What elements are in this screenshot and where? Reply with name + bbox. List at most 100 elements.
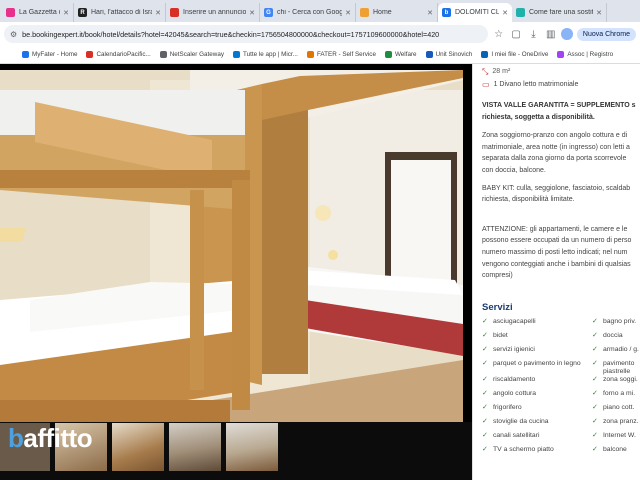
url-text: be.bookingexpert.it/book/hotel/details?h… xyxy=(22,29,440,39)
service-item: ✓ doccia xyxy=(592,332,640,345)
service-label: stoviglie da cucina xyxy=(493,418,549,426)
photo-gallery: baffitto xyxy=(0,64,472,480)
service-label: parquet o pavimento in legno xyxy=(493,359,581,367)
bookmark-label: CalendarioPacific... xyxy=(96,51,151,58)
bookmark-favicon-icon xyxy=(425,51,433,58)
close-tab-icon[interactable]: ✕ xyxy=(152,9,161,17)
bookmark-favicon-icon xyxy=(306,51,314,58)
profile-button[interactable]: Nuova Chrome xyxy=(576,27,636,41)
service-item: ✓ forno a mi. xyxy=(592,390,640,403)
service-label: armadio / g. xyxy=(603,345,639,353)
service-label: canali satellitari xyxy=(493,432,540,440)
tab-7[interactable]: Come fare una sostituzione✕ xyxy=(512,3,607,22)
room-description: Zona soggiorno-pranzo con angolo cottura… xyxy=(482,132,630,174)
service-item: ✓ TV a schermo piatto xyxy=(482,446,592,459)
close-tab-icon[interactable]: ✕ xyxy=(60,9,69,17)
service-item: ✓ bagno priv. xyxy=(592,318,640,331)
service-label: bidet xyxy=(493,331,508,339)
bookmark-item[interactable]: Unit Sinovich xyxy=(425,51,472,58)
main-room-photo[interactable] xyxy=(0,70,463,478)
room-size: 28 m² xyxy=(492,68,511,75)
bookmark-item[interactable]: MyFater - Home xyxy=(22,51,77,58)
service-label: riscaldamento xyxy=(493,376,536,384)
service-item: ✓ asciugacapelli xyxy=(482,318,592,331)
tab-favicon-icon: b xyxy=(442,8,451,17)
bookmark-item[interactable]: NetScaler Gateway xyxy=(159,51,224,58)
service-item: ✓ balcone xyxy=(592,446,640,459)
tab-favicon-icon: G xyxy=(264,8,273,17)
bookmark-item[interactable]: Assoc | Registro xyxy=(557,51,613,58)
avatar[interactable] xyxy=(561,28,573,40)
check-icon: ✓ xyxy=(592,345,598,353)
tab-1[interactable]: La Gazzetta dello Sport✕ xyxy=(2,3,74,22)
bookmark-favicon-icon xyxy=(481,51,489,58)
bookmark-label: I miei file - OneDrive xyxy=(491,51,549,58)
check-icon: ✓ xyxy=(482,317,488,325)
bed-icon: ▭ xyxy=(482,80,490,89)
bookmark-item[interactable]: FATER - Self Service xyxy=(306,51,376,58)
close-tab-icon[interactable]: ✕ xyxy=(246,9,255,17)
bed-row: ▭ 1 Divano letto matrimoniale xyxy=(482,79,640,90)
tab-6[interactable]: b DOLOMITI CLUB✕ xyxy=(438,3,512,22)
service-item: ✓ bidet xyxy=(482,332,592,345)
tab-label: Home xyxy=(373,9,392,16)
bookmark-item[interactable]: Welfare xyxy=(384,51,417,58)
check-icon: ✓ xyxy=(482,331,488,339)
thumbnail-3[interactable] xyxy=(112,423,164,471)
close-tab-icon[interactable]: ✕ xyxy=(424,9,433,17)
check-icon: ✓ xyxy=(592,390,598,398)
bookmark-item[interactable]: Tutte le app | Micr... xyxy=(232,51,298,58)
url-field[interactable]: ⚙ be.bookingexpert.it/book/hotel/details… xyxy=(4,25,488,43)
check-icon: ✓ xyxy=(482,404,488,412)
bookmark-item[interactable]: CalendarioPacific... xyxy=(86,51,151,58)
bed-type: 1 Divano letto matrimoniale xyxy=(493,81,579,88)
bookmark-favicon-icon xyxy=(159,51,167,58)
bookmark-label: Tutte le app | Micr... xyxy=(242,51,298,58)
check-icon: ✓ xyxy=(482,418,488,426)
close-tab-icon[interactable]: ✕ xyxy=(593,9,602,17)
baby-kit-note: BABY KIT: culla, seggiolone, fasciatoio,… xyxy=(482,184,631,204)
service-label: angolo cottura xyxy=(493,390,537,398)
service-item: ✓ Internet W. xyxy=(592,432,640,445)
service-label: TV a schermo piatto xyxy=(493,446,554,454)
bookmark-item[interactable]: I miei file - OneDrive xyxy=(481,51,548,58)
service-item: ✓ canali satellitari xyxy=(482,432,592,445)
close-tab-icon[interactable]: ✕ xyxy=(499,9,508,17)
tab-4[interactable]: Gchi - Cerca con Google ✕ xyxy=(260,3,356,22)
bookmark-label: Assoc | Registro xyxy=(567,51,614,58)
service-item: ✓ piano cott. xyxy=(592,404,640,417)
check-icon: ✓ xyxy=(482,432,488,440)
tab-strip: La Gazzetta dello Sport✕ R Hari, l'attacco… xyxy=(0,0,640,22)
split-view-icon[interactable]: ▥ xyxy=(544,29,557,40)
service-label: doccia xyxy=(603,331,623,339)
bookmark-star-icon[interactable]: ☆ xyxy=(492,29,505,40)
service-item: ✓ frigorifero xyxy=(482,404,592,417)
service-item: ✓ servizi igienici xyxy=(482,346,592,359)
tab-favicon-icon: R xyxy=(78,8,87,17)
tab-favicon-icon xyxy=(6,8,15,17)
service-label: asciugacapelli xyxy=(493,317,536,325)
tab-5[interactable]: Home ✕ xyxy=(356,3,438,22)
service-item: ✓ parquet o pavimento in legno xyxy=(482,360,592,376)
service-item: ✓ pavimento piastrelle xyxy=(592,360,640,376)
check-icon: ✓ xyxy=(482,376,488,384)
extensions-icon[interactable]: ▢ xyxy=(509,29,522,40)
bookmarks-bar: MyFater - Home CalendarioPacific... NetSca… xyxy=(0,46,640,64)
check-icon: ✓ xyxy=(592,446,598,454)
site-info-icon[interactable]: ⚙ xyxy=(10,30,17,39)
tab-label: Inserire un annuncio xyxy=(183,9,247,16)
service-item: ✓ angolo cottura xyxy=(482,390,592,403)
tab-3[interactable]: Inserire un annuncio ✕ xyxy=(166,3,260,22)
thumbnail-4[interactable] xyxy=(169,423,221,471)
bookmark-label: Welfare xyxy=(394,51,417,58)
bookmark-label: FATER - Self Service xyxy=(316,51,376,58)
tab-2[interactable]: R Hari, l'attacco di Israele✕ xyxy=(74,3,166,22)
bookmark-favicon-icon xyxy=(232,51,240,58)
download-icon[interactable]: ⤓ xyxy=(527,29,540,40)
close-tab-icon[interactable]: ✕ xyxy=(342,9,351,17)
service-label: bagno priv. xyxy=(603,317,637,325)
tab-label: Hari, l'attacco di Israele xyxy=(91,9,152,16)
check-icon: ✓ xyxy=(592,376,598,384)
thumbnail-5[interactable] xyxy=(226,423,278,471)
service-label: balcone xyxy=(603,446,627,454)
